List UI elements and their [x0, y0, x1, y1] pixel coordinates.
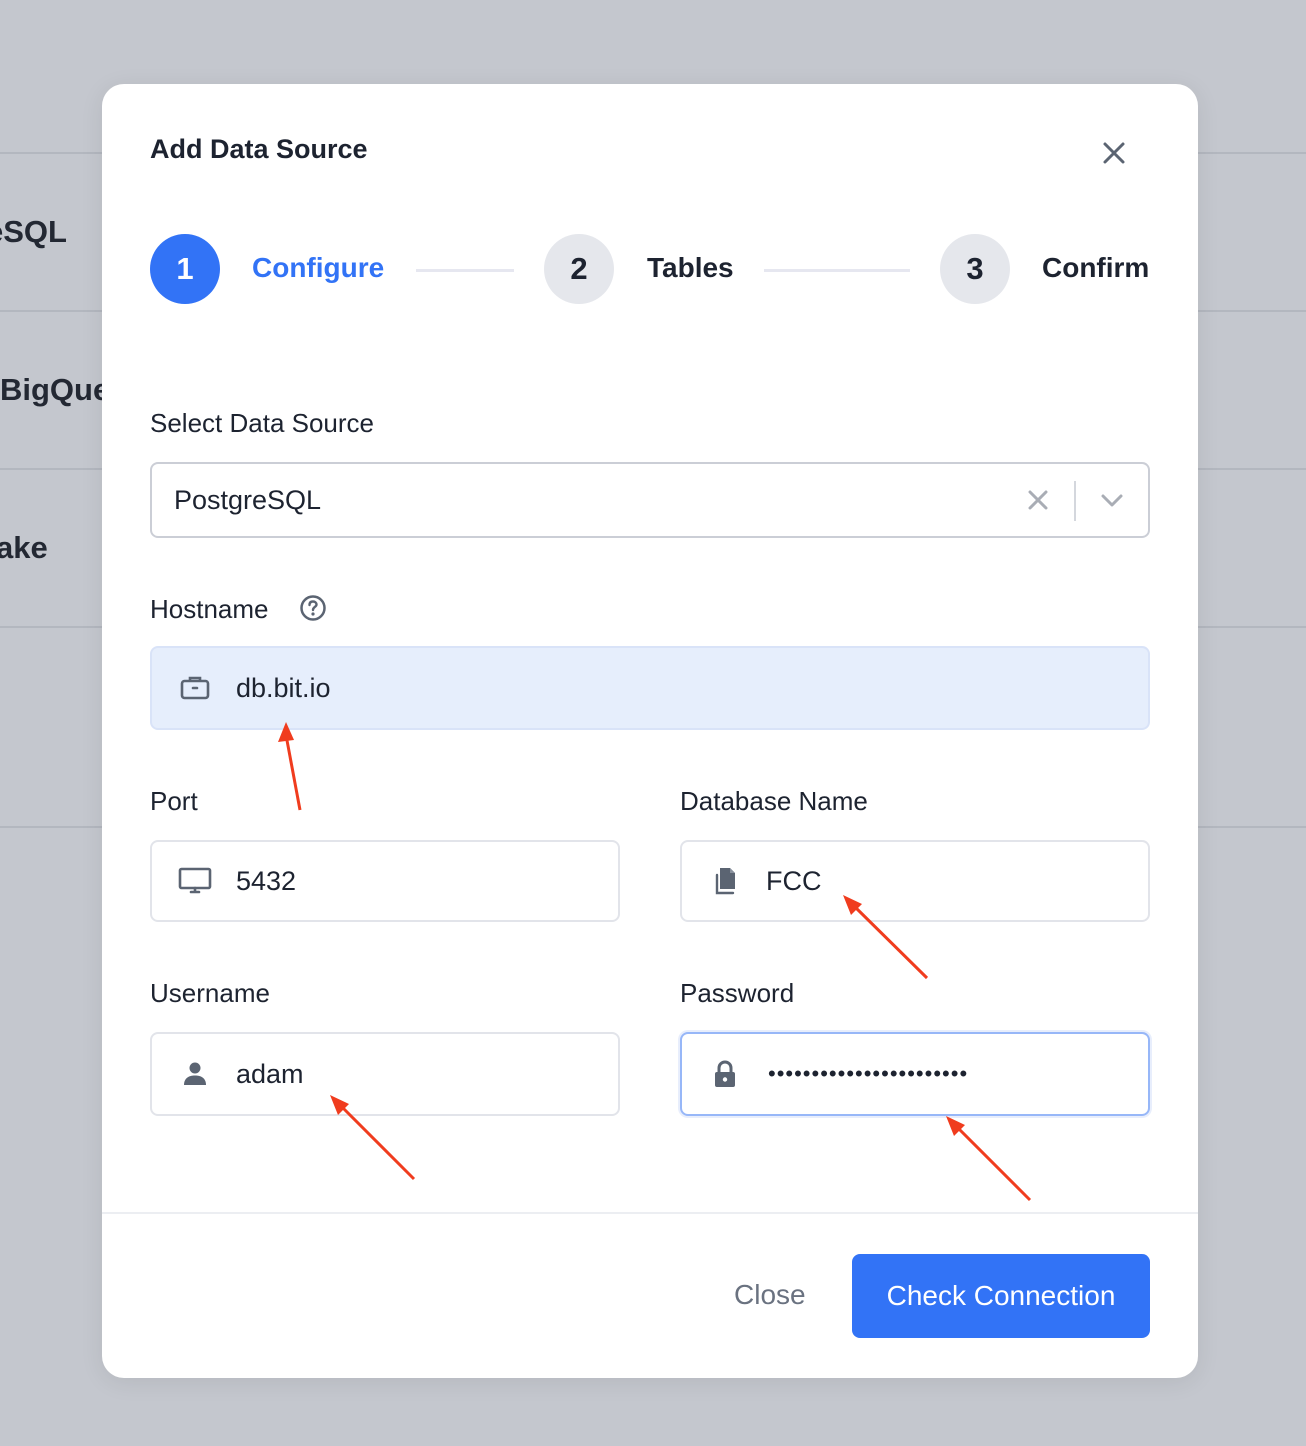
close-button[interactable]: Close	[734, 1279, 806, 1311]
step-3-circle[interactable]: 3	[940, 234, 1010, 304]
port-value: 5432	[236, 865, 297, 896]
clear-icon[interactable]	[1024, 486, 1052, 514]
step-2-circle[interactable]: 2	[544, 234, 614, 304]
step-connector	[764, 269, 910, 272]
hostname-value: db.bit.io	[236, 672, 331, 703]
bg-list-label: eSQL	[0, 214, 67, 249]
lock-icon	[708, 1057, 742, 1091]
password-label: Password	[680, 978, 795, 1008]
step-1-label[interactable]: Configure	[252, 252, 384, 284]
footer-divider	[102, 1212, 1198, 1214]
check-connection-button[interactable]: Check Connection	[852, 1254, 1150, 1338]
bg-list-label: ake	[0, 530, 48, 565]
password-value: •••••••••••••••••••••••	[768, 1061, 969, 1086]
data-source-label: Select Data Source	[150, 408, 375, 438]
step-3-label[interactable]: Confirm	[1042, 252, 1149, 284]
database-name-value: FCC	[766, 865, 822, 896]
add-data-source-modal: Add Data Source 1 Configure 2 Tables 3 C…	[102, 84, 1198, 1378]
step-2-label[interactable]: Tables	[647, 252, 734, 284]
port-label: Port	[150, 786, 198, 816]
database-name-label: Database Name	[680, 786, 868, 816]
step-connector	[416, 269, 514, 272]
monitor-icon	[178, 864, 212, 898]
briefcase-icon	[178, 671, 212, 705]
select-divider	[1074, 481, 1076, 521]
username-input[interactable]: adam	[150, 1032, 620, 1116]
username-value: adam	[236, 1058, 304, 1089]
help-circle-icon[interactable]	[299, 594, 327, 622]
hostname-label: Hostname	[150, 594, 269, 624]
data-source-select[interactable]: PostgreSQL	[150, 462, 1150, 538]
password-input[interactable]: •••••••••••••••••••••••	[680, 1032, 1150, 1116]
close-icon[interactable]	[1097, 136, 1131, 170]
username-label: Username	[150, 978, 270, 1008]
data-source-value: PostgreSQL	[174, 484, 322, 515]
bg-list-label: BigQue	[0, 372, 111, 407]
port-input[interactable]: 5432	[150, 840, 620, 922]
database-name-input[interactable]: FCC	[680, 840, 1150, 922]
hostname-input[interactable]: db.bit.io	[150, 646, 1150, 730]
chevron-down-icon[interactable]	[1098, 486, 1126, 514]
user-icon	[178, 1057, 212, 1091]
step-1-circle[interactable]: 1	[150, 234, 220, 304]
modal-title: Add Data Source	[150, 134, 368, 164]
documents-icon	[708, 864, 742, 898]
